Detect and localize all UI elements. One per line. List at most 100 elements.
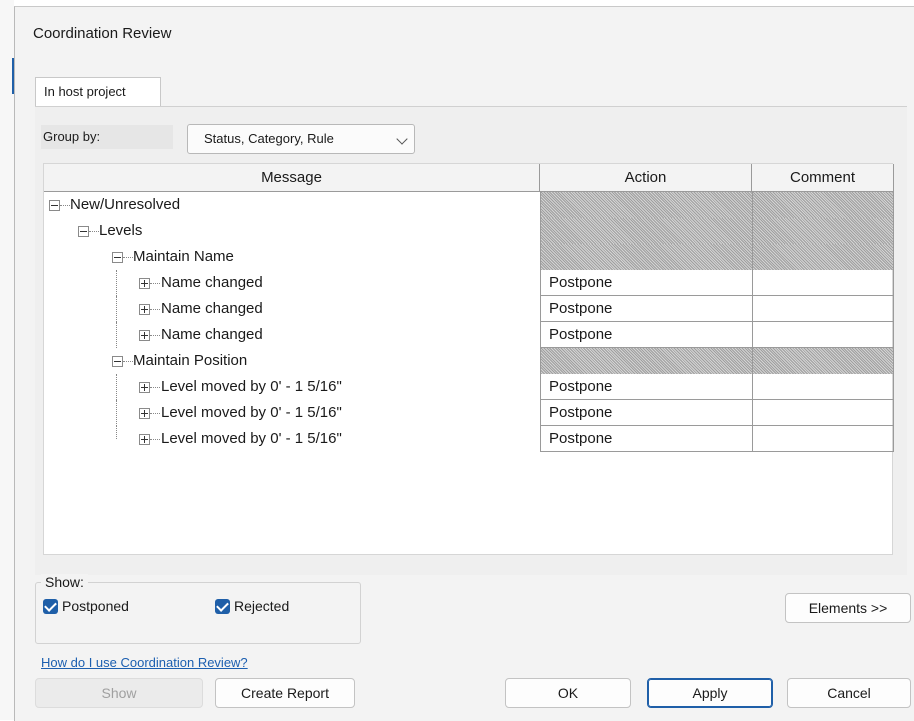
comment-cell xyxy=(752,348,894,374)
tree-label: Levels xyxy=(99,222,143,239)
table-row[interactable]: Name changed Postpone xyxy=(44,322,894,348)
expand-icon[interactable] xyxy=(139,330,150,341)
postponed-label: Postponed xyxy=(62,598,129,614)
action-cell[interactable]: Postpone xyxy=(540,400,752,426)
action-cell xyxy=(540,218,752,244)
comment-cell[interactable] xyxy=(752,400,894,426)
tree-label: Name changed xyxy=(161,326,263,343)
message-cell: Name changed xyxy=(44,322,540,348)
help-link[interactable]: How do I use Coordination Review? xyxy=(41,655,248,670)
action-cell[interactable]: Postpone xyxy=(540,374,752,400)
comment-cell xyxy=(752,218,894,244)
message-cell: Levels xyxy=(44,218,540,244)
tree-connector xyxy=(116,322,117,348)
tree-connector xyxy=(123,361,133,362)
table-row[interactable]: Level moved by 0' - 1 5/16" Postpone xyxy=(44,426,894,452)
tree-label: Name changed xyxy=(161,274,263,291)
action-cell[interactable]: Postpone xyxy=(540,296,752,322)
collapse-icon[interactable] xyxy=(78,226,89,237)
comment-cell[interactable] xyxy=(752,374,894,400)
tree-connector xyxy=(116,426,117,439)
chevron-down-icon xyxy=(396,133,408,145)
action-cell[interactable]: Postpone xyxy=(540,426,752,452)
comment-cell[interactable] xyxy=(752,270,894,296)
expand-icon[interactable] xyxy=(139,434,150,445)
tree-label: Name changed xyxy=(161,300,263,317)
checkbox-checked-icon xyxy=(43,599,58,614)
group-by-label: Group by: xyxy=(41,125,173,149)
tab-panel: Group by: Status, Category, Rule Message… xyxy=(35,106,907,575)
tree-connector xyxy=(150,283,160,284)
expand-icon[interactable] xyxy=(139,278,150,289)
tree-connector xyxy=(116,374,117,400)
table-row[interactable]: Name changed Postpone xyxy=(44,270,894,296)
postponed-checkbox[interactable]: Postponed xyxy=(43,597,129,615)
show-legend: Show: xyxy=(41,574,88,590)
table-row[interactable]: Levels xyxy=(44,218,894,244)
table-row[interactable]: Level moved by 0' - 1 5/16" Postpone xyxy=(44,400,894,426)
table-row[interactable]: Name changed Postpone xyxy=(44,296,894,322)
tree-label: Level moved by 0' - 1 5/16" xyxy=(161,404,342,421)
table-row[interactable]: Level moved by 0' - 1 5/16" Postpone xyxy=(44,374,894,400)
comment-cell xyxy=(752,244,894,270)
tree-connector xyxy=(89,231,99,232)
comment-cell[interactable] xyxy=(752,426,894,452)
elements-button[interactable]: Elements >> xyxy=(785,593,911,623)
rejected-label: Rejected xyxy=(234,598,290,614)
tree-connector xyxy=(150,335,160,336)
tree-connector xyxy=(116,296,117,322)
cancel-button[interactable]: Cancel xyxy=(787,678,911,708)
tree-label: Level moved by 0' - 1 5/16" xyxy=(161,430,342,447)
dialog-title: Coordination Review xyxy=(33,25,172,42)
tree-label: Maintain Position xyxy=(133,352,248,369)
column-header-message[interactable]: Message xyxy=(44,164,540,192)
tree-label: Maintain Name xyxy=(133,248,234,265)
comment-cell[interactable] xyxy=(752,322,894,348)
collapse-icon[interactable] xyxy=(112,252,123,263)
create-report-button[interactable]: Create Report xyxy=(215,678,355,708)
column-header-comment[interactable]: Comment xyxy=(752,164,894,192)
tab-in-host-project[interactable]: In host project xyxy=(35,77,161,107)
rejected-checkbox[interactable]: Rejected xyxy=(215,597,289,615)
tree-connector xyxy=(116,400,117,426)
collapse-icon[interactable] xyxy=(49,200,60,211)
action-cell[interactable]: Postpone xyxy=(540,270,752,296)
table-row[interactable]: Maintain Position xyxy=(44,348,894,374)
tree-label: Level moved by 0' - 1 5/16" xyxy=(161,378,342,395)
tree-connector xyxy=(150,439,160,440)
comment-cell[interactable] xyxy=(752,296,894,322)
action-cell xyxy=(540,244,752,270)
action-cell xyxy=(540,348,752,374)
tree-connector xyxy=(60,205,70,206)
coordination-review-dialog: Coordination Review In host project Grou… xyxy=(14,6,914,721)
message-cell: Level moved by 0' - 1 5/16" xyxy=(44,374,540,400)
message-cell: Name changed xyxy=(44,296,540,322)
show-button[interactable]: Show xyxy=(35,678,203,708)
checkbox-checked-icon xyxy=(215,599,230,614)
tree-connector xyxy=(150,309,160,310)
message-cell: Name changed xyxy=(44,270,540,296)
collapse-icon[interactable] xyxy=(112,356,123,367)
column-header-action[interactable]: Action xyxy=(540,164,752,192)
group-by-dropdown[interactable]: Status, Category, Rule xyxy=(187,124,415,154)
tree-connector xyxy=(150,413,160,414)
tree-label: New/Unresolved xyxy=(70,196,181,213)
tree-connector xyxy=(123,257,133,258)
action-cell[interactable]: Postpone xyxy=(540,322,752,348)
message-cell: Maintain Position xyxy=(44,348,540,374)
tree-connector xyxy=(116,270,117,296)
expand-icon[interactable] xyxy=(139,408,150,419)
table-row[interactable]: Maintain Name xyxy=(44,244,894,270)
background-window xyxy=(0,0,14,720)
apply-button[interactable]: Apply xyxy=(647,678,773,708)
tree-connector xyxy=(150,387,160,388)
message-cell: Level moved by 0' - 1 5/16" xyxy=(44,426,540,452)
group-by-value: Status, Category, Rule xyxy=(204,131,334,146)
review-grid: Message Action Comment New/Unresolved Le… xyxy=(43,163,894,555)
table-row[interactable]: New/Unresolved xyxy=(44,192,894,218)
message-cell: Level moved by 0' - 1 5/16" xyxy=(44,400,540,426)
ok-button[interactable]: OK xyxy=(505,678,631,708)
expand-icon[interactable] xyxy=(139,382,150,393)
action-cell xyxy=(540,192,752,218)
expand-icon[interactable] xyxy=(139,304,150,315)
